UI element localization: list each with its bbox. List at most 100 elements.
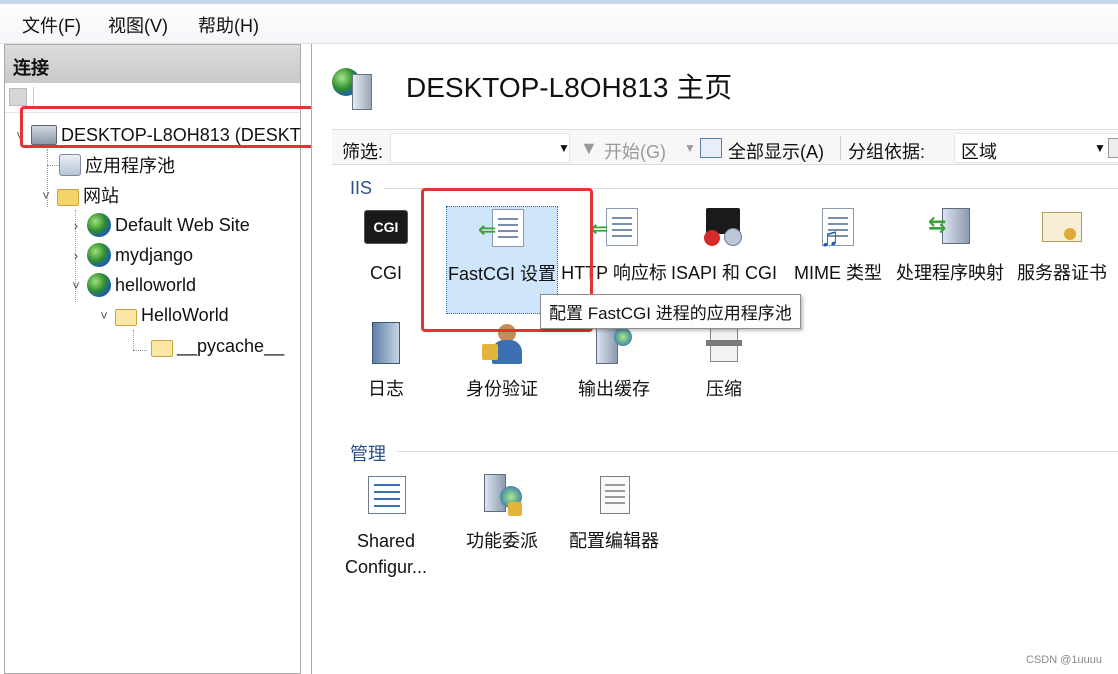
start-button[interactable]: 开始(G): [604, 138, 666, 164]
tree-line: [133, 330, 134, 350]
cgi-icon: CGI: [362, 206, 410, 250]
folder-icon: [151, 339, 173, 357]
group-divider: [396, 451, 1118, 452]
server-certificates-icon: [1038, 206, 1086, 250]
filter-input[interactable]: [390, 133, 570, 163]
connections-pane: 连接 ˅ DESKTOP-L8OH813 (DESKT 应用程序池 ˅ 网站 ›…: [4, 44, 301, 674]
show-all-button[interactable]: 全部显示(A): [728, 138, 824, 164]
start-dropdown-icon[interactable]: ▼: [684, 141, 696, 155]
feature-label: MIME 类型: [794, 263, 882, 283]
expand-caret-icon[interactable]: ›: [69, 218, 83, 233]
feature-label: 功能委派: [466, 531, 538, 551]
group-label-management: 管理: [350, 444, 386, 464]
group-label-iis: IIS: [350, 178, 373, 198]
feature-label: CGI: [369, 263, 402, 283]
features-view: DESKTOP-L8OH813 主页 筛选: ▼ ▼ 开始(G) ▼ 全部显示(…: [311, 44, 1118, 674]
feature-configuration-editor[interactable]: 配置编辑器: [558, 474, 670, 554]
tree-label: helloworld: [115, 274, 197, 295]
collapse-caret-icon[interactable]: ˅: [97, 308, 111, 323]
tree-item-server[interactable]: ˅ DESKTOP-L8OH813 (DESKT: [13, 121, 301, 149]
sites-folder-icon: [57, 188, 79, 206]
authentication-icon: [478, 322, 526, 366]
fastcgi-tooltip: 配置 FastCGI 进程的应用程序池: [540, 294, 801, 329]
menu-view[interactable]: 视图(V): [108, 12, 168, 38]
feature-label: Shared Configur...: [344, 531, 428, 577]
window-top-border: [0, 0, 1118, 4]
feature-output-caching[interactable]: 输出缓存: [558, 322, 670, 402]
shared-configuration-icon: [362, 474, 410, 518]
feature-label: 身份验证: [466, 379, 538, 399]
connect-icon[interactable]: [9, 88, 27, 106]
server-home-icon: [330, 64, 380, 112]
funnel-icon: ▼: [580, 138, 598, 158]
isapi-cgi-restrictions-icon: [700, 206, 748, 250]
feature-label: 服务器证书: [1017, 263, 1107, 283]
feature-isapi-cgi-restrictions[interactable]: ISAPI 和 CGI: [668, 206, 780, 286]
feature-label: 处理程序映射: [896, 263, 1004, 283]
tree-item-mydjango[interactable]: › mydjango: [69, 241, 193, 269]
http-response-headers-icon: ⇐: [590, 206, 638, 250]
group-by-label: 分组依据:: [848, 142, 926, 162]
watermark: CSDN @1uuuu: [1026, 654, 1102, 666]
tree-label: 应用程序池: [85, 156, 175, 176]
feature-delegation-icon: [478, 474, 526, 518]
tree-item-sites[interactable]: ˅ 网站: [39, 181, 119, 209]
feature-label: FastCGI 设置: [447, 264, 556, 284]
mime-types-icon: ♫: [814, 206, 862, 252]
feature-label: HTTP 响应标: [561, 263, 667, 283]
feature-delegation[interactable]: 功能委派: [446, 474, 558, 554]
show-all-icon: [700, 138, 722, 158]
tree-label: __pycache__: [177, 335, 285, 356]
application-pool-icon: [59, 154, 81, 176]
feature-authentication[interactable]: 身份验证: [446, 322, 558, 402]
menu-file[interactable]: 文件(F): [22, 12, 81, 38]
feature-server-certificates[interactable]: 服务器证书: [1006, 206, 1118, 286]
connections-header: 连接: [5, 45, 300, 83]
feature-mime-types[interactable]: ♫ MIME 类型: [782, 206, 894, 286]
globe-icon: [87, 273, 111, 297]
tree-label: DESKTOP-L8OH813 (DESKT: [61, 124, 301, 145]
tree-item-helloworld[interactable]: ˅ helloworld: [69, 271, 196, 299]
tree-item-app-pools[interactable]: 应用程序池: [55, 151, 175, 179]
feature-logging[interactable]: 日志: [330, 322, 442, 402]
collapse-caret-icon[interactable]: ˅: [13, 128, 27, 143]
fastcgi-icon: ⇐: [478, 207, 526, 251]
feature-label: 输出缓存: [578, 379, 650, 399]
tree-label: 网站: [83, 186, 119, 206]
filter-dropdown-icon[interactable]: ▼: [558, 141, 570, 155]
feature-handler-mappings[interactable]: ⇆ 处理程序映射: [894, 206, 1006, 286]
group-by-dropdown-icon[interactable]: ▼: [1094, 141, 1106, 155]
collapse-caret-icon[interactable]: ˅: [39, 188, 53, 203]
tree-label: HelloWorld: [141, 304, 229, 325]
configuration-editor-icon: [590, 474, 638, 518]
feature-shared-configuration[interactable]: Shared Configur...: [330, 474, 442, 580]
feature-label: 压缩: [706, 379, 742, 399]
toolbar-separator: [840, 136, 841, 160]
group-divider: [384, 188, 1118, 189]
tree-item-pycache[interactable]: __pycache__: [147, 332, 284, 360]
menu-help[interactable]: 帮助(H): [198, 12, 259, 38]
feature-label: 配置编辑器: [569, 531, 659, 551]
logging-icon: [362, 322, 410, 366]
server-computer-icon: [31, 125, 57, 145]
filter-bar: 筛选: ▼ ▼ 开始(G) ▼ 全部显示(A) 分组依据: 区域 ▼: [332, 129, 1118, 165]
filter-label: 筛选:: [342, 142, 384, 162]
feature-http-response-headers[interactable]: ⇐ HTTP 响应标: [558, 206, 670, 286]
feature-compression[interactable]: 压缩: [668, 322, 780, 402]
feature-label: ISAPI 和 CGI: [670, 263, 778, 283]
toolbar-overflow-button[interactable]: [1108, 138, 1118, 158]
tree-label: mydjango: [115, 244, 194, 265]
expand-caret-icon[interactable]: ›: [69, 248, 83, 263]
tree-line: [133, 350, 147, 351]
menu-bar: 文件(F) 视图(V) 帮助(H): [0, 0, 1118, 44]
globe-icon: [87, 213, 111, 237]
tree-item-helloworld-folder[interactable]: ˅ HelloWorld: [97, 301, 229, 329]
connections-toolbar: [5, 83, 300, 113]
toolbar-separator: [33, 87, 34, 107]
tree-item-default-web-site[interactable]: › Default Web Site: [69, 211, 250, 239]
folder-icon: [115, 308, 137, 326]
globe-icon: [87, 243, 111, 267]
feature-cgi[interactable]: CGI CGI: [330, 206, 442, 286]
handler-mappings-icon: ⇆: [926, 206, 974, 250]
collapse-caret-icon[interactable]: ˅: [69, 278, 83, 293]
